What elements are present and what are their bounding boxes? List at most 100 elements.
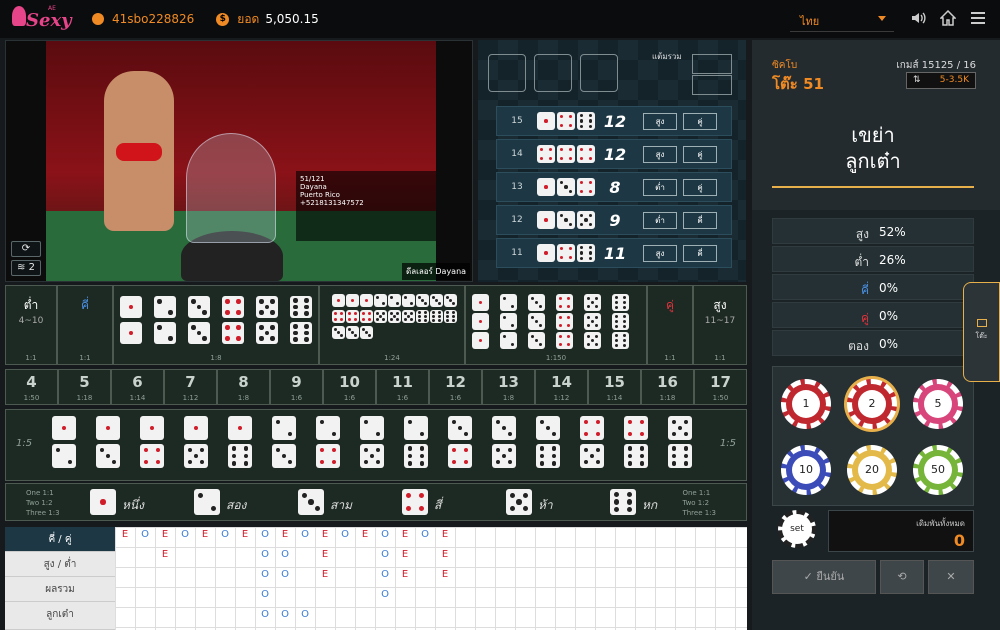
- sum-number: 6: [132, 373, 143, 391]
- signal-button[interactable]: ≋ 2: [11, 260, 41, 276]
- triple-5[interactable]: [584, 294, 602, 351]
- bet-combinations: 1:5 1:5: [5, 409, 747, 481]
- double-3[interactable]: [188, 296, 212, 344]
- single-5[interactable]: ห้า: [506, 488, 596, 518]
- dealer: [104, 71, 174, 231]
- bet-sum-13[interactable]: 13 1:8: [482, 369, 535, 405]
- bet-sum-17[interactable]: 17 1:50: [694, 369, 747, 405]
- double-1[interactable]: [120, 296, 144, 344]
- tab-odd-even[interactable]: คี่ / คู่: [5, 527, 115, 552]
- volume-icon[interactable]: [910, 10, 926, 26]
- die-face-4: [316, 444, 340, 468]
- cancel-button[interactable]: ✕: [928, 560, 974, 594]
- single-4[interactable]: สี่: [402, 488, 492, 518]
- triple-4[interactable]: [556, 294, 574, 351]
- tab-sum[interactable]: ผลรวม: [5, 577, 115, 602]
- double-6[interactable]: [290, 296, 314, 344]
- combo-1-5[interactable]: [184, 416, 210, 468]
- bet-sum-12[interactable]: 12 1:6: [429, 369, 482, 405]
- die-face-4: [556, 294, 573, 311]
- die-face-4: [402, 489, 428, 515]
- bet-even[interactable]: คู่ 1:1: [647, 285, 693, 365]
- menu-icon[interactable]: [970, 10, 986, 26]
- stat-value: 0%: [879, 337, 899, 351]
- chip-5[interactable]: 5: [913, 379, 963, 429]
- single-1[interactable]: หนึ่ง: [90, 488, 180, 518]
- odds-label: 1:24: [384, 354, 400, 362]
- combo-3-5[interactable]: [492, 416, 518, 468]
- combo-2-6[interactable]: [404, 416, 430, 468]
- bet-sum-10[interactable]: 10 1:6: [323, 369, 376, 405]
- bet-limit[interactable]: ⇅ 5-3.5K: [906, 72, 976, 89]
- single-2[interactable]: สอง: [194, 488, 284, 518]
- double-2[interactable]: [154, 296, 178, 344]
- caret-down-icon: [878, 16, 886, 21]
- double-4[interactable]: [222, 296, 246, 344]
- language-select[interactable]: ไทย: [790, 6, 894, 32]
- combo-2-4[interactable]: [316, 416, 342, 468]
- single-3[interactable]: สาม: [298, 488, 388, 518]
- chip-50[interactable]: 50: [913, 445, 963, 495]
- combo-1-6[interactable]: [228, 416, 254, 468]
- combo-1-3[interactable]: [96, 416, 122, 468]
- bet-sum-4[interactable]: 4 1:50: [5, 369, 58, 405]
- combo-4-5[interactable]: [580, 416, 606, 468]
- triple-1[interactable]: [472, 294, 490, 351]
- combo-3-6[interactable]: [536, 416, 562, 468]
- triple-3[interactable]: [528, 294, 546, 351]
- combo-5-6[interactable]: [668, 416, 694, 468]
- tab-dice[interactable]: ลูกเต๋า: [5, 602, 115, 630]
- chip-2[interactable]: 2: [847, 379, 897, 429]
- result-tag: คู่: [683, 145, 717, 163]
- home-icon[interactable]: [940, 10, 956, 26]
- bet-sum-7[interactable]: 7 1:12: [164, 369, 217, 405]
- bet-any-triple[interactable]: 1:24: [319, 285, 465, 365]
- side-tab-tables[interactable]: โต๊ะ: [963, 282, 1000, 382]
- bet-sum-14[interactable]: 14 1:12: [535, 369, 588, 405]
- combo-1-4[interactable]: [140, 416, 166, 468]
- die-face-6: [612, 332, 629, 349]
- single-6[interactable]: หก: [610, 488, 700, 518]
- tab-high-low[interactable]: สูง / ต่ำ: [5, 552, 115, 577]
- triple-6[interactable]: [612, 294, 630, 351]
- stat-key: ต่ำ: [854, 255, 869, 269]
- triple-2[interactable]: [500, 294, 518, 351]
- odds-label: 1:8: [502, 394, 515, 402]
- bet-high[interactable]: สูง 11~17 1:1: [693, 285, 747, 365]
- road-mark: E: [241, 529, 249, 540]
- combo-4-6[interactable]: [624, 416, 650, 468]
- die-face-3: [346, 326, 359, 339]
- confirm-button[interactable]: ✓ ยืนยัน: [772, 560, 876, 594]
- chip-10[interactable]: 10: [781, 445, 831, 495]
- odds-label: 1:12: [182, 394, 199, 402]
- combo-1-2[interactable]: [52, 416, 78, 468]
- bet-sum-11[interactable]: 11 1:6: [376, 369, 429, 405]
- bet-sum-8[interactable]: 8 1:8: [217, 369, 270, 405]
- bet-odd[interactable]: คี่ 1:1: [57, 285, 113, 365]
- die-face-3: [557, 178, 575, 196]
- set-chip-button[interactable]: set: [778, 510, 816, 548]
- combo-2-3[interactable]: [272, 416, 298, 468]
- road-mark: E: [441, 549, 449, 560]
- bet-sum-5[interactable]: 5 1:18: [58, 369, 111, 405]
- repeat-button[interactable]: ⟲: [880, 560, 924, 594]
- chip-value: 50: [924, 456, 952, 484]
- chip-1[interactable]: 1: [781, 379, 831, 429]
- bet-sum-6[interactable]: 6 1:14: [111, 369, 164, 405]
- double-5[interactable]: [256, 296, 280, 344]
- swap-icon: ⇅: [913, 75, 921, 85]
- chip-20[interactable]: 20: [847, 445, 897, 495]
- user-icon: [92, 13, 104, 25]
- result-row: 11 11 สูง คี่: [496, 238, 732, 268]
- bet-sum-9[interactable]: 9 1:6: [270, 369, 323, 405]
- bet-sum-15[interactable]: 15 1:14: [588, 369, 641, 405]
- combo-3-4[interactable]: [448, 416, 474, 468]
- bet-low[interactable]: ต่ำ 4~10 1:1: [5, 285, 57, 365]
- die-face-4: [346, 310, 359, 323]
- combo-2-5[interactable]: [360, 416, 386, 468]
- refresh-button[interactable]: ⟳: [11, 241, 41, 257]
- bet-sum-16[interactable]: 16 1:18: [641, 369, 694, 405]
- die-face-4: [577, 145, 595, 163]
- single-label: หก: [642, 498, 658, 512]
- die-face-5: [184, 444, 208, 468]
